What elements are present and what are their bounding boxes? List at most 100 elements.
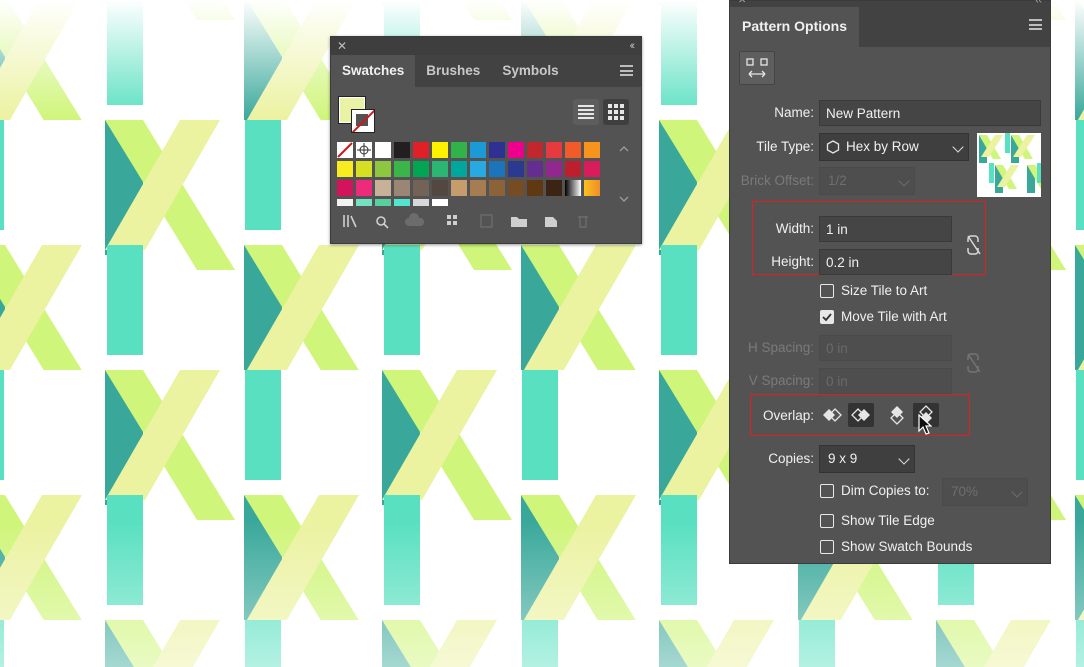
swatch[interactable] xyxy=(470,142,486,158)
swatch[interactable] xyxy=(546,161,562,177)
swatch-libraries-icon[interactable] xyxy=(339,211,363,231)
swatches-panel[interactable]: ✕ ‹‹ Swatches Brushes Symbols xyxy=(330,36,642,244)
swatch-scrollbar[interactable] xyxy=(617,142,631,206)
swatch[interactable] xyxy=(546,180,562,196)
swatch[interactable] xyxy=(432,142,448,158)
close-icon[interactable]: ✕ xyxy=(738,0,746,6)
swatch[interactable] xyxy=(413,142,429,158)
swatch[interactable] xyxy=(508,161,524,177)
tab-swatches[interactable]: Swatches xyxy=(331,55,416,87)
swatch[interactable] xyxy=(356,180,372,196)
height-field[interactable]: 0.2 in xyxy=(819,249,952,275)
swatch[interactable] xyxy=(413,180,429,196)
checkmark-icon xyxy=(822,313,832,322)
panel-titlebar[interactable]: ✕ ‹‹ xyxy=(331,37,641,55)
swatch[interactable] xyxy=(375,180,391,196)
pattern-preview-thumbnail xyxy=(977,133,1041,197)
swatch[interactable] xyxy=(394,161,410,177)
swatch[interactable] xyxy=(489,161,505,177)
show-swatch-bounds-checkbox[interactable] xyxy=(820,540,834,554)
pattern-options-panel[interactable]: ✕ ‹‹ Pattern Options Name: New Pattern T… xyxy=(729,0,1051,564)
chevron-down-icon xyxy=(1011,486,1023,498)
swatch[interactable] xyxy=(337,199,353,206)
swatch[interactable] xyxy=(394,142,410,158)
overlap-left-in-front-button[interactable] xyxy=(819,403,845,427)
swatch[interactable] xyxy=(489,180,505,196)
dim-copies-checkbox[interactable] xyxy=(820,484,834,498)
swatch[interactable] xyxy=(508,142,524,158)
panel-menu-icon[interactable] xyxy=(1029,19,1042,30)
swatch[interactable] xyxy=(508,180,524,196)
swatch[interactable] xyxy=(413,199,429,206)
tab-pattern-options[interactable]: Pattern Options xyxy=(730,7,860,47)
swatch[interactable] xyxy=(584,161,600,177)
tab-symbols[interactable]: Symbols xyxy=(491,55,569,87)
swatch-grid[interactable] xyxy=(337,142,607,206)
height-label: Height: xyxy=(771,254,814,269)
swatch[interactable] xyxy=(375,161,391,177)
swatch[interactable] xyxy=(546,142,562,158)
swatch[interactable] xyxy=(565,180,581,196)
overlap-right-in-front-button[interactable] xyxy=(848,403,874,427)
list-view-button[interactable] xyxy=(573,99,599,125)
swatch[interactable] xyxy=(394,199,410,206)
swatches-bottom-toolbar xyxy=(331,209,641,233)
swatch[interactable] xyxy=(470,161,486,177)
swatch[interactable] xyxy=(584,180,600,196)
fill-stroke-indicator[interactable] xyxy=(338,96,377,135)
swatch[interactable] xyxy=(432,199,448,206)
name-field[interactable]: New Pattern xyxy=(819,100,1041,126)
show-swatch-kinds-icon[interactable] xyxy=(371,211,395,231)
close-icon[interactable]: ✕ xyxy=(337,38,347,54)
registration-swatch[interactable] xyxy=(356,142,372,158)
swatch[interactable] xyxy=(356,161,372,177)
diamond-right-icon xyxy=(851,408,870,422)
show-tile-edge-checkbox[interactable] xyxy=(820,514,834,528)
panel-menu-icon[interactable] xyxy=(620,65,633,76)
grid-view-button[interactable] xyxy=(603,99,629,125)
copies-dropdown[interactable]: 9 x 9 xyxy=(819,445,915,473)
v-spacing-label: V Spacing: xyxy=(748,373,814,388)
stroke-swatch[interactable] xyxy=(351,109,375,133)
swatch[interactable] xyxy=(527,161,543,177)
swatch[interactable] xyxy=(356,199,372,206)
new-color-group-icon[interactable] xyxy=(443,211,467,231)
swatch[interactable] xyxy=(451,142,467,158)
tile-type-dropdown[interactable]: Hex by Row xyxy=(819,133,969,161)
swatch[interactable] xyxy=(527,142,543,158)
collapse-icon[interactable]: ‹‹ xyxy=(1035,0,1042,6)
width-field[interactable]: 1 in xyxy=(819,216,952,242)
swatch[interactable] xyxy=(432,180,448,196)
swatch[interactable] xyxy=(584,142,600,158)
swatch[interactable] xyxy=(413,161,429,177)
h-spacing-label: H Spacing: xyxy=(747,340,814,355)
swatch[interactable] xyxy=(565,161,581,177)
none-swatch[interactable] xyxy=(337,142,353,158)
swatch[interactable] xyxy=(470,180,486,196)
swatch[interactable] xyxy=(337,161,353,177)
swatch[interactable] xyxy=(375,199,391,206)
size-tile-to-art-checkbox[interactable] xyxy=(820,284,834,298)
dim-copies-value: 70% xyxy=(951,484,979,499)
new-swatch-icon[interactable] xyxy=(539,211,563,231)
swatch[interactable] xyxy=(489,142,505,158)
diamond-top-icon xyxy=(890,406,904,425)
swatch[interactable] xyxy=(451,161,467,177)
swatch[interactable] xyxy=(394,180,410,196)
pattern-tile-tool-button[interactable] xyxy=(739,51,775,85)
swatch[interactable] xyxy=(432,161,448,177)
brick-offset-label: Brick Offset: xyxy=(740,173,814,188)
collapse-icon[interactable]: ‹‹ xyxy=(630,38,636,54)
swatch[interactable] xyxy=(337,180,353,196)
overlap-top-in-front-button[interactable] xyxy=(884,403,910,427)
swatch[interactable] xyxy=(375,142,391,158)
link-proportions-icon[interactable] xyxy=(965,234,983,256)
swatch[interactable] xyxy=(451,180,467,196)
swatch[interactable] xyxy=(565,142,581,158)
tab-brushes[interactable]: Brushes xyxy=(415,55,491,87)
brick-offset-dropdown: 1/2 xyxy=(819,167,915,195)
dim-copies-dropdown: 70% xyxy=(942,478,1028,506)
swatch[interactable] xyxy=(527,180,543,196)
new-group-folder-icon[interactable] xyxy=(507,211,531,231)
move-tile-with-art-checkbox[interactable] xyxy=(820,310,834,324)
